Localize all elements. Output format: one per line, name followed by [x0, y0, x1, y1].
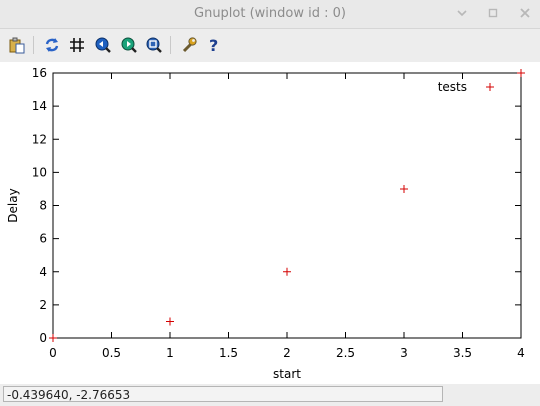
scatter-plot[interactable]: 0 0.5 1 1.5 2 2.5 3 3.5 4 0 2 4 6 8 10 12 14 16 start Delay…	[0, 62, 540, 384]
toolbar-separator	[33, 36, 34, 54]
data-point-marker	[400, 184, 408, 193]
x-tick-label: 1.5	[219, 346, 238, 360]
y-tick-label: 0	[39, 331, 47, 345]
y-axis-label: Delay	[6, 188, 20, 222]
x-tick-label: 3	[400, 346, 408, 360]
legend-marker	[486, 83, 494, 91]
data-point-marker	[517, 69, 525, 77]
data-point-marker	[49, 334, 57, 342]
x-tick-label: 2	[283, 346, 291, 360]
y-tick-label: 2	[39, 298, 47, 312]
autoscale-icon[interactable]	[144, 35, 164, 55]
mouse-coordinates-readout: -0.439640, -2.76653	[3, 386, 443, 402]
legend-label: tests	[438, 80, 467, 94]
y-tick-label: 16	[32, 66, 47, 80]
title-bar: Gnuplot (window id : 0)	[0, 0, 540, 29]
x-tick-label: 0	[49, 346, 57, 360]
x-tick-label: 4	[517, 346, 525, 360]
maximize-icon[interactable]	[486, 6, 500, 20]
toolbar-separator	[170, 36, 171, 54]
data-point-marker	[166, 317, 174, 326]
copy-clipboard-icon[interactable]	[7, 35, 27, 55]
minimize-icon[interactable]	[455, 6, 469, 20]
help-icon[interactable]: ?	[204, 35, 224, 55]
plot-border	[52, 72, 522, 339]
plot-canvas[interactable]: 0 0.5 1 1.5 2 2.5 3 3.5 4 0 2 4 6 8 10 12 14 16 start Delay…	[0, 62, 540, 384]
data-point-marker	[283, 267, 291, 276]
settings-wrench-icon[interactable]	[179, 35, 199, 55]
y-tick-label: 10	[32, 165, 47, 179]
x-tick-label: 1	[166, 346, 174, 360]
x-tick-label: 3.5	[453, 346, 472, 360]
x-axis-label: start	[273, 367, 301, 381]
svg-text:?: ?	[209, 36, 218, 54]
grid-icon[interactable]	[67, 35, 87, 55]
status-bar: -0.439640, -2.76653	[0, 384, 540, 406]
replot-icon[interactable]	[42, 35, 62, 55]
close-icon[interactable]	[518, 6, 532, 20]
y-tick-label: 14	[32, 99, 47, 113]
y-tick-label: 8	[39, 199, 47, 213]
zoom-previous-icon[interactable]	[93, 35, 113, 55]
y-tick-label: 4	[39, 265, 47, 279]
y-tick-label: 12	[32, 132, 47, 146]
zoom-next-icon[interactable]	[119, 35, 139, 55]
toolbar: ?	[0, 29, 540, 62]
x-tick-label: 2.5	[336, 346, 355, 360]
y-tick-label: 6	[39, 232, 47, 246]
x-tick-label: 0.5	[102, 346, 121, 360]
